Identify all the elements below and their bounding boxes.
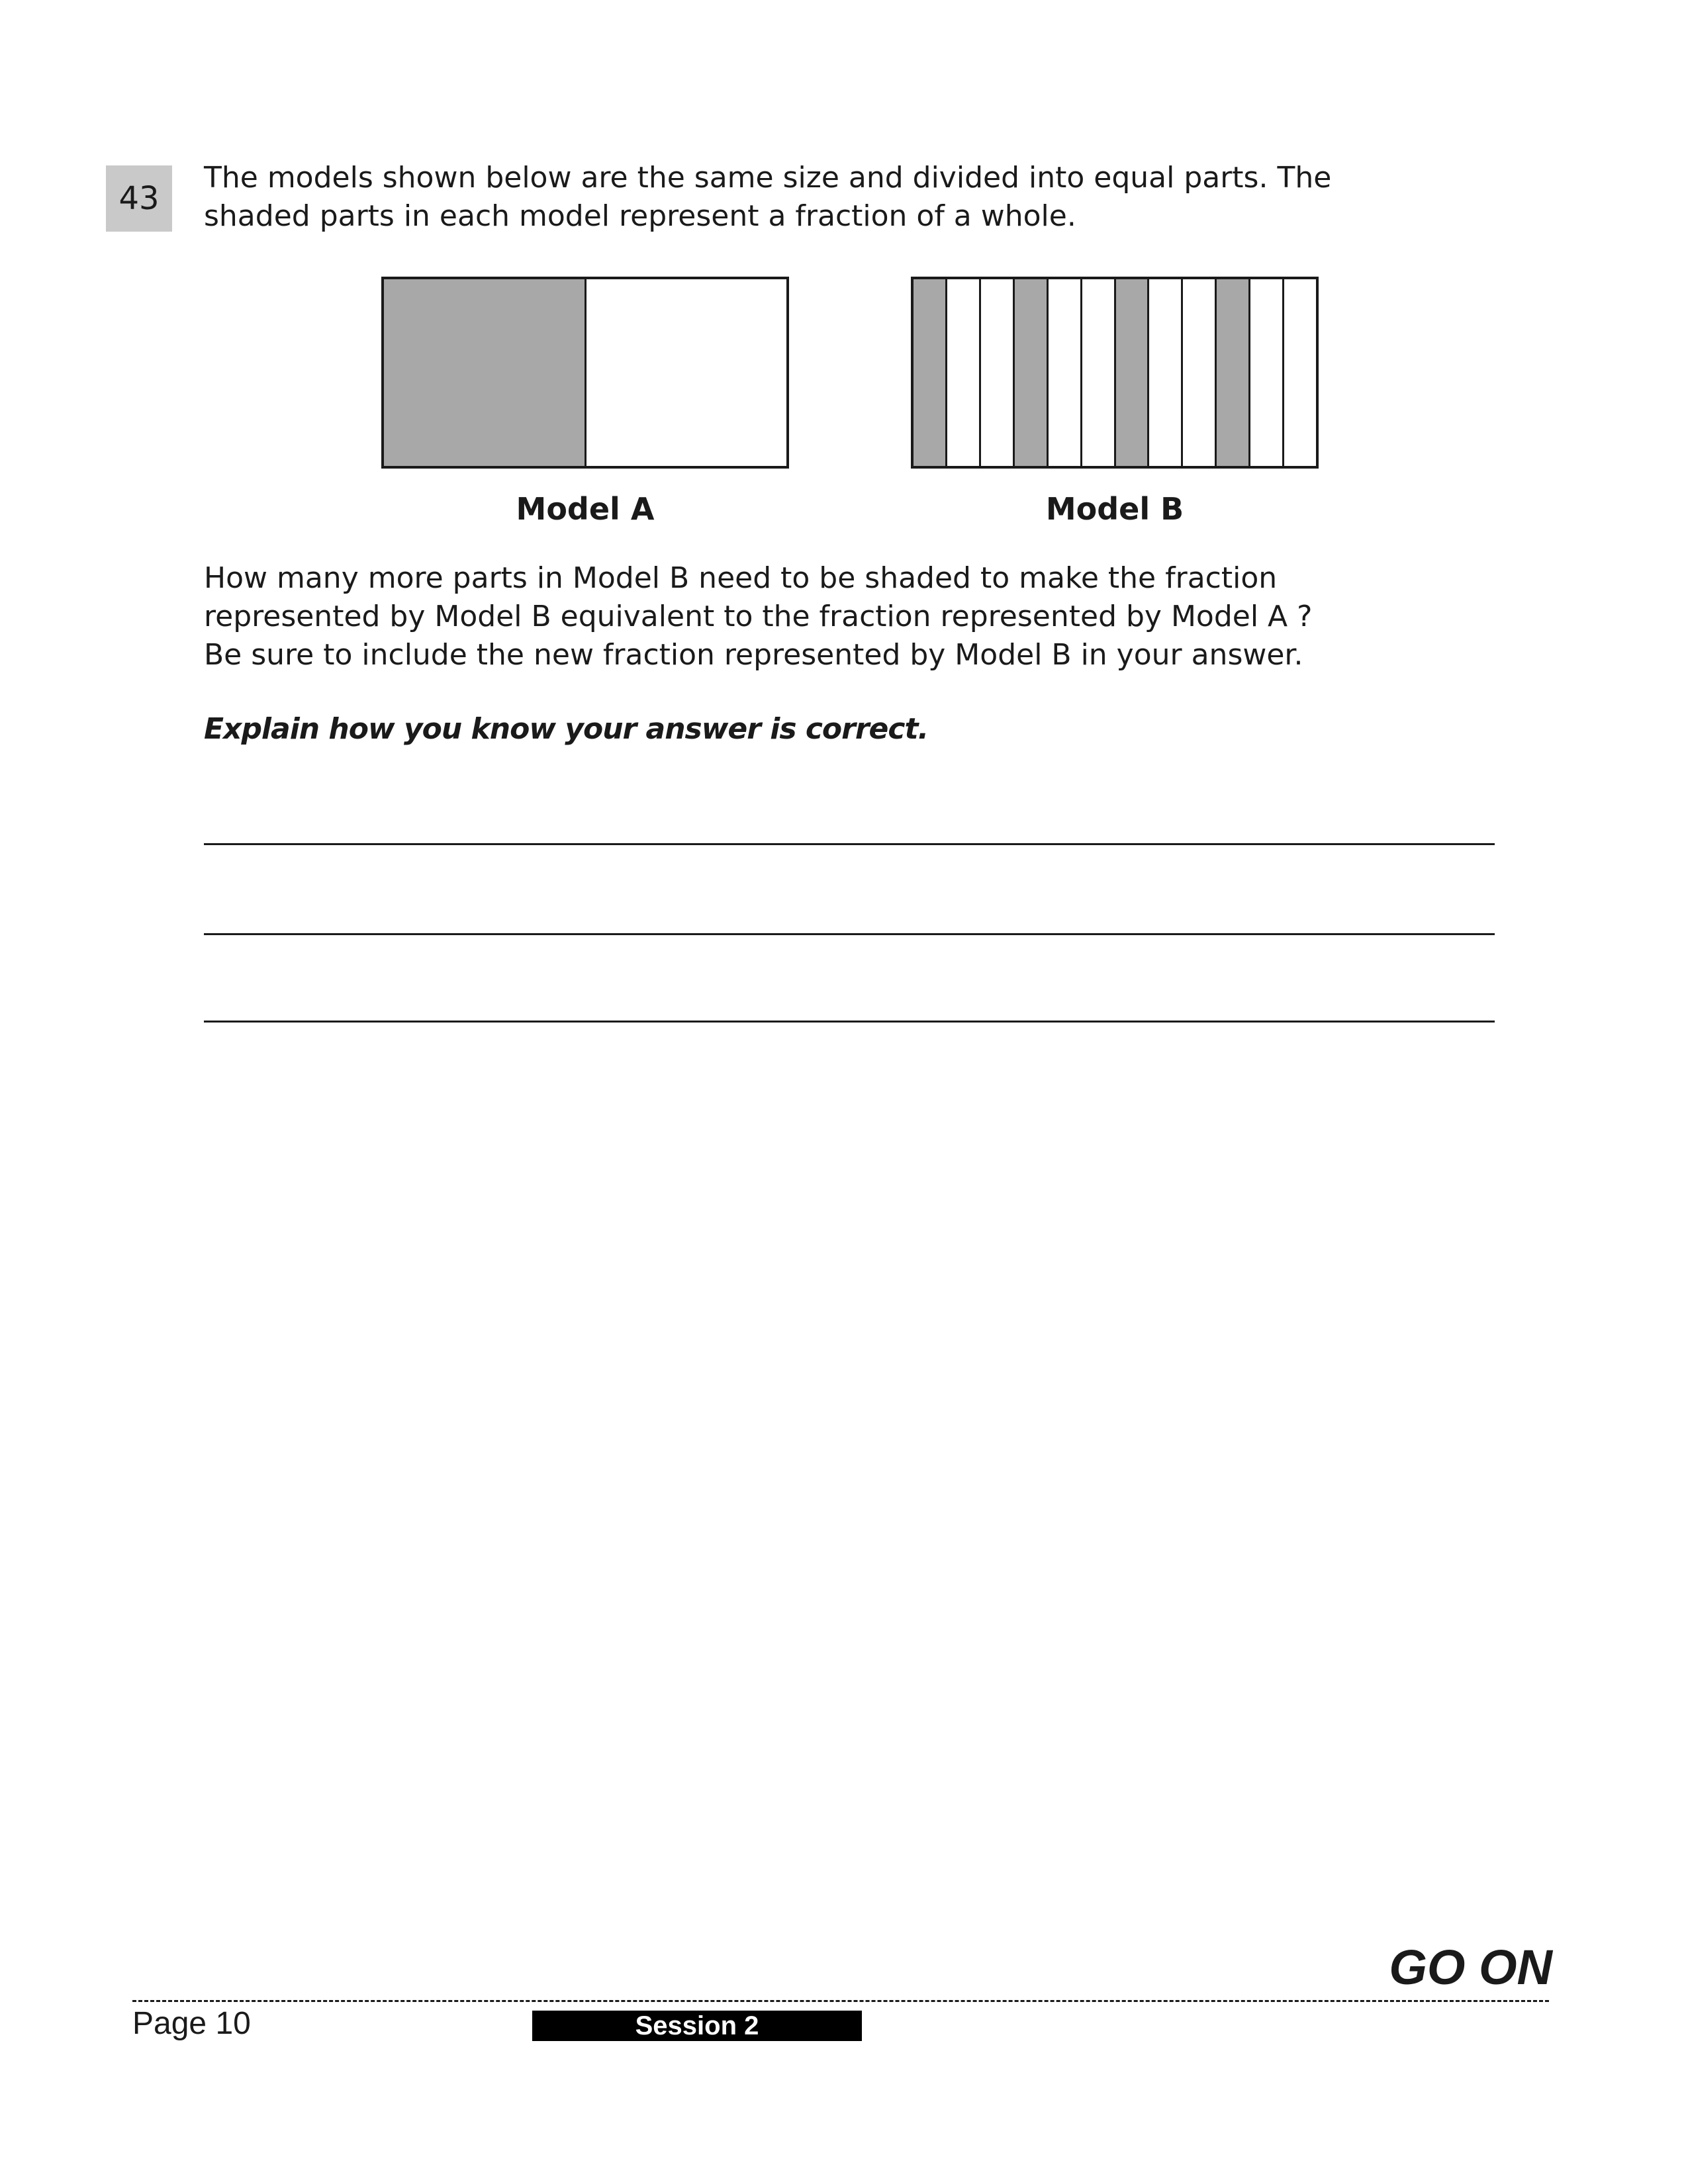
model-a-label: Model A bbox=[516, 491, 655, 527]
question-prompt: How many more parts in Model B need to b… bbox=[204, 559, 1515, 674]
shaded-part bbox=[1014, 279, 1049, 466]
model-b-label: Model B bbox=[1045, 491, 1184, 527]
explain-instruction: Explain how you know your answer is corr… bbox=[204, 712, 929, 746]
go-on-label: GO ON bbox=[1389, 1940, 1552, 1995]
intro-line-2: shaded parts in each model represent a f… bbox=[204, 199, 1076, 233]
model-b-figure bbox=[911, 277, 1319, 469]
intro-line-1: The models shown below are the same size… bbox=[204, 161, 1332, 195]
question-number: 43 bbox=[106, 165, 172, 232]
answer-line[interactable] bbox=[204, 843, 1495, 845]
prompt-line-3: Be sure to include the new fraction repr… bbox=[204, 638, 1303, 672]
shaded-part bbox=[1115, 279, 1150, 466]
prompt-line-2: represented by Model B equivalent to the… bbox=[204, 600, 1313, 633]
session-badge: Session 2 bbox=[532, 2011, 862, 2041]
unshaded-part bbox=[1082, 279, 1116, 466]
answer-line[interactable] bbox=[204, 1021, 1495, 1023]
unshaded-part bbox=[947, 279, 981, 466]
prompt-line-1: How many more parts in Model B need to b… bbox=[204, 561, 1278, 595]
unshaded-part bbox=[1149, 279, 1184, 466]
unshaded-part bbox=[1284, 279, 1317, 466]
unshaded-part bbox=[1048, 279, 1082, 466]
unshaded-part bbox=[980, 279, 1015, 466]
shaded-part bbox=[914, 279, 947, 466]
answer-line[interactable] bbox=[204, 933, 1495, 935]
shaded-part bbox=[1217, 279, 1251, 466]
footer-divider bbox=[132, 2000, 1549, 2002]
unshaded-part bbox=[1250, 279, 1285, 466]
model-a-figure bbox=[381, 277, 789, 469]
shaded-part bbox=[384, 279, 586, 466]
page-number: Page 10 bbox=[132, 2006, 251, 2041]
question-intro: The models shown below are the same size… bbox=[204, 159, 1515, 236]
unshaded-part bbox=[1183, 279, 1217, 466]
unshaded-part bbox=[586, 279, 786, 466]
